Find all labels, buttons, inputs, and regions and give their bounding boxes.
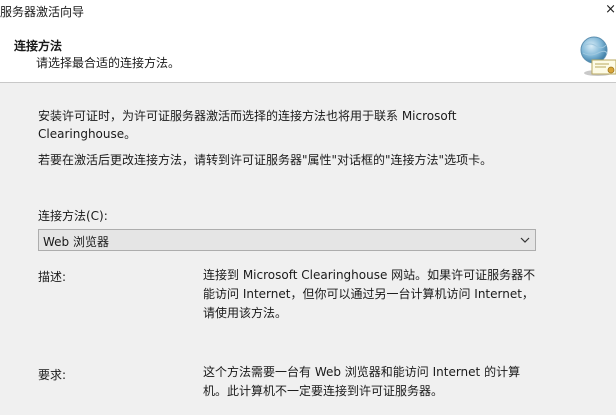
chevron-down-icon bbox=[520, 237, 530, 243]
connection-method-selected-value: Web 浏览器 bbox=[43, 235, 109, 249]
connection-method-label: 连接方法(C): bbox=[38, 209, 108, 223]
description-label: 描述: bbox=[38, 270, 67, 284]
requirements-label: 要求: bbox=[38, 368, 67, 382]
connection-method-select[interactable]: Web 浏览器 bbox=[38, 229, 536, 251]
server-activation-wizard-window: 服务器激活向导 × 连接方法 请选择最合适的连接方法。 安装许可证时，为许可证服… bbox=[0, 0, 616, 415]
window-title: 服务器激活向导 bbox=[0, 5, 85, 19]
page-subtitle: 请选择最合适的连接方法。 bbox=[36, 56, 181, 70]
title-bar: 服务器激活向导 × bbox=[0, 0, 616, 22]
license-certificate-icon bbox=[580, 36, 616, 76]
change-method-paragraph: 若要在激活后更改连接方法，请转到许可证服务器"属性"对话框的"连接方法"选项卡。 bbox=[38, 153, 493, 167]
intro-paragraph: 安装许可证时，为许可证服务器激活而选择的连接方法也将用于联系 Microsoft… bbox=[38, 109, 457, 141]
wizard-header: 连接方法 请选择最合适的连接方法。 bbox=[0, 22, 616, 83]
requirements-text: 这个方法需要一台有 Web 浏览器和能访问 Internet 的计算机。此计算机… bbox=[203, 365, 521, 398]
close-button[interactable]: × bbox=[602, 0, 616, 22]
page-title: 连接方法 bbox=[14, 39, 63, 53]
description-text: 连接到 Microsoft Clearinghouse 网站。如果许可证服务器不… bbox=[203, 268, 536, 320]
